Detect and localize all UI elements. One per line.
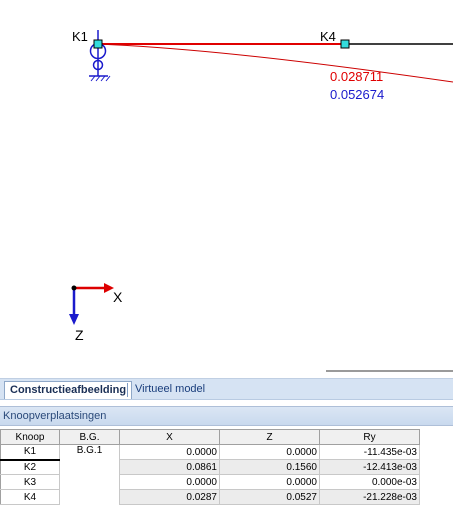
cell-ry[interactable]: -11.435e-03 (319, 444, 420, 460)
cell-ry[interactable]: -21.228e-03 (319, 489, 420, 505)
cell-ry[interactable]: 0.000e-03 (319, 474, 420, 490)
cell-x[interactable]: 0.0861 (119, 459, 220, 475)
support-icon[interactable] (89, 30, 111, 82)
cell-z[interactable]: 0.1560 (219, 459, 320, 475)
node-k4-marker[interactable] (340, 39, 350, 49)
x-axis-label: X (113, 289, 123, 305)
displacement-value-red: 0.028711 (330, 69, 384, 84)
cell-z[interactable]: 0.0000 (219, 444, 320, 460)
column-header-bg[interactable]: B.G. (59, 429, 120, 445)
table-row[interactable]: K1 B.G.1 0.0000 0.0000 -11.435e-03 (0, 444, 420, 505)
node-label-k1: K1 (72, 29, 88, 44)
panel-title: Knoopverplaatsingen (3, 410, 107, 422)
z-arrowhead-icon (69, 314, 79, 325)
column-header-knoop[interactable]: Knoop (0, 429, 60, 445)
structure-drawing (69, 30, 453, 325)
cell-load-group[interactable]: B.G.1 (59, 444, 120, 505)
cell-x[interactable]: 0.0287 (119, 489, 220, 505)
node-label-k4: K4 (320, 29, 336, 44)
column-header-z[interactable]: Z (219, 429, 320, 445)
column-header-ry[interactable]: Ry (319, 429, 420, 445)
axis-origin-dot (71, 285, 77, 291)
displacement-value-blue: 0.052674 (330, 87, 385, 102)
view-tabbar: Constructieafbeelding Virtueel model (0, 378, 453, 400)
tab-virtueel-model[interactable]: Virtueel model (130, 381, 210, 399)
cell-x[interactable]: 0.0000 (119, 474, 220, 490)
cell-x[interactable]: 0.0000 (119, 444, 220, 460)
axis-indicator (69, 283, 114, 325)
table-header-row: Knoop B.G. X Z Ry (0, 429, 420, 445)
tab-separator (127, 383, 128, 397)
panel-header: Knoopverplaatsingen (0, 406, 453, 426)
horizontal-scrollbar[interactable] (326, 370, 453, 372)
column-header-x[interactable]: X (119, 429, 220, 445)
cell-knoop[interactable]: K1 (0, 444, 60, 461)
results-table: Knoop B.G. X Z Ry K1 B.G.1 0.0000 0.0000… (0, 429, 420, 505)
cell-knoop[interactable]: K2 (0, 459, 60, 475)
node-k1-marker[interactable] (93, 39, 103, 49)
structure-viewport[interactable]: K1 K4 0.028711 0.052674 X Z (0, 0, 453, 368)
deformed-shape-line (97, 43, 453, 83)
cell-z[interactable]: 0.0527 (219, 489, 320, 505)
tab-constructieafbeelding[interactable]: Constructieafbeelding (4, 381, 133, 399)
cell-knoop[interactable]: K4 (0, 489, 60, 505)
cell-ry[interactable]: -12.413e-03 (319, 459, 420, 475)
z-axis-label: Z (75, 327, 84, 343)
cell-knoop[interactable]: K3 (0, 474, 60, 490)
cell-z[interactable]: 0.0000 (219, 474, 320, 490)
